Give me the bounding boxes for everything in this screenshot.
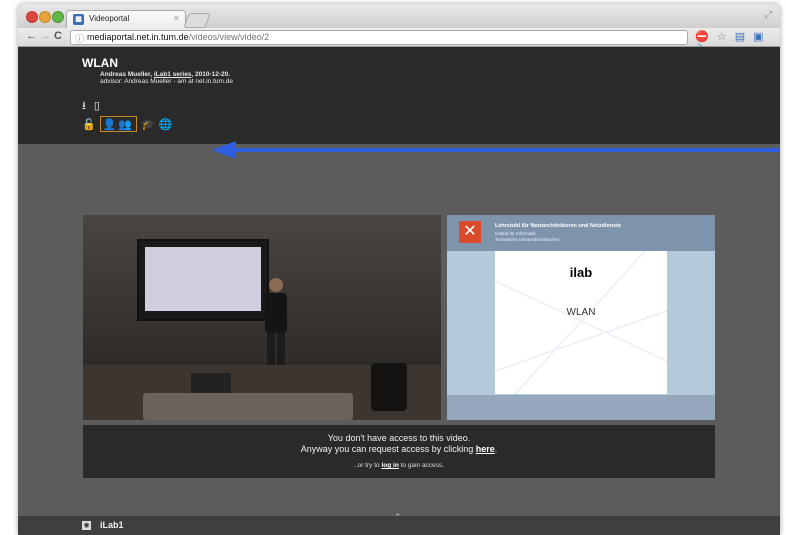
access-group-selector[interactable]: 👤 👥 [99, 116, 138, 132]
slide-header-1: Lehrstuhl für Netzarchitekturen und Netz… [495, 223, 621, 229]
access-notice: You don't have access to this video. Any… [83, 425, 715, 478]
minimize-window-button[interactable] [39, 11, 51, 23]
video-player[interactable] [83, 215, 441, 420]
tum-logo-icon: ✕ [459, 221, 481, 243]
adblock-icon[interactable]: ⛔ [695, 31, 709, 43]
graduation-cap-icon[interactable]: 🎓 [141, 118, 155, 131]
slide-body: ilab WLAN [495, 251, 667, 394]
video-title: WLAN [82, 56, 118, 70]
series-link[interactable]: iLab1 series [154, 71, 192, 78]
zoom-window-button[interactable] [52, 11, 64, 23]
browser-toolbar: ← → C ⓘ mediaportal.net.in.tum.de/videos… [18, 28, 780, 56]
video-projector-screen [137, 239, 269, 321]
new-tab-button[interactable] [183, 13, 211, 28]
forward-button[interactable]: → [40, 30, 51, 42]
laptop [191, 373, 231, 395]
title-bar: ▦ Videoportal × ⤢ [18, 4, 780, 29]
unlock-icon[interactable]: 🔓 [82, 118, 96, 131]
video-date: , 2010-12-20. [191, 71, 231, 78]
extension-icon[interactable]: ▤ [735, 31, 745, 43]
close-window-button[interactable] [26, 11, 38, 23]
author: Andreas Mueller, [100, 71, 153, 78]
footer-bar: ◉ iLab1 [18, 516, 780, 535]
document-icon[interactable]: ▯ [94, 100, 100, 112]
slide-subtitle: WLAN [566, 307, 596, 318]
save-icon[interactable]: ▣ [753, 31, 763, 43]
notice-line2: Anyway you can request access by clickin… [300, 444, 498, 454]
globe-icon[interactable]: 🌐 [159, 118, 173, 131]
notice-line3: ..or try to log in to gain access. [354, 462, 444, 469]
group-icon[interactable]: 👥 [118, 118, 132, 131]
address-bar[interactable]: ⓘ mediaportal.net.in.tum.de/videos/view/… [70, 30, 688, 45]
video-header: WLAN Andreas Mueller, iLab1 series, 2010… [18, 47, 780, 144]
bookmark-star-icon[interactable]: ☆ [717, 31, 727, 43]
slide-heading: ilab [569, 265, 593, 280]
reload-button[interactable]: C [54, 30, 62, 42]
user-icon[interactable]: 👤 [103, 118, 117, 131]
slide-preview: ✕ Lehrstuhl für Netzarchitekturen und Ne… [447, 215, 715, 420]
footer-series-label[interactable]: iLab1 [100, 520, 124, 530]
videoportal-favicon-icon: ▦ [73, 14, 84, 25]
tab-title: Videoportal [89, 14, 130, 23]
browser-tab[interactable]: ▦ Videoportal × [66, 10, 186, 29]
browser-window: ▦ Videoportal × ⤢ ← → C ⓘ mediaportal.ne… [18, 4, 780, 535]
chair [371, 363, 407, 411]
rss-icon[interactable]: ◉ [82, 521, 91, 530]
annotation-arrow [212, 141, 780, 159]
header-icons-row2: 🔓 👤 👥 🎓 🌐 [82, 116, 173, 132]
video-meta: Andreas Mueller, iLab1 series, 2010-12-2… [100, 71, 233, 85]
tab-close-icon[interactable]: × [174, 13, 179, 23]
notice-line1: You don't have access to this video. [327, 433, 471, 443]
table [143, 393, 353, 420]
page-info-icon[interactable]: ⓘ [75, 32, 84, 45]
slide-header-3: Technische Universität München [495, 237, 560, 242]
fullscreen-icon[interactable]: ⤢ [765, 9, 772, 20]
header-icons-row1: ⭳ ▯ [82, 97, 105, 116]
login-link[interactable]: log in [381, 462, 398, 469]
advisor: advisor: Andreas Mueller - am at net.in.… [100, 78, 233, 85]
url-path: /videos/view/video/2 [188, 32, 270, 42]
url-domain: mediaportal.net.in.tum.de [87, 32, 189, 42]
back-button[interactable]: ← [26, 30, 37, 42]
download-icon[interactable]: ⭳ [82, 100, 86, 112]
request-access-link[interactable]: here [476, 444, 495, 454]
slide-header-2: Institut für Informatik [495, 231, 536, 236]
